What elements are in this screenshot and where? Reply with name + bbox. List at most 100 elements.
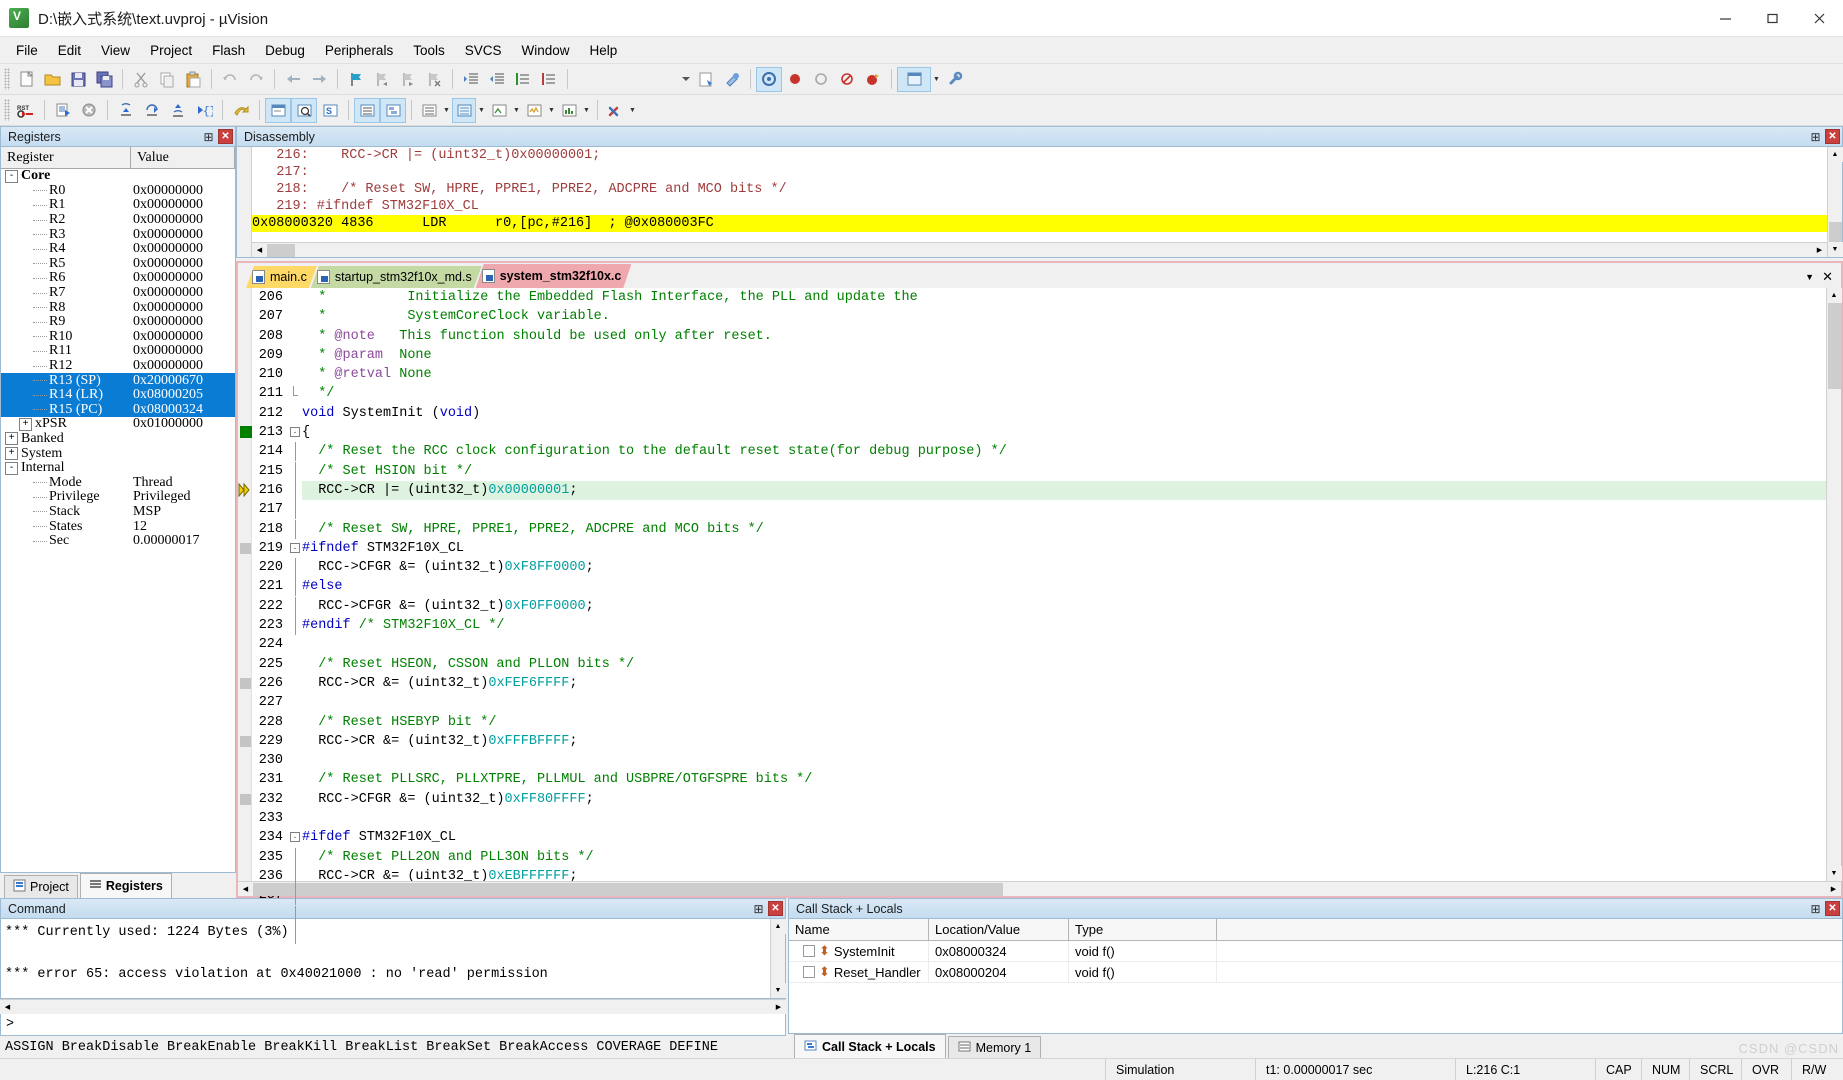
breakpoint-kill-icon[interactable] — [834, 67, 860, 92]
register-value[interactable]: 0x00000000 — [131, 329, 235, 345]
scroll-right-icon[interactable]: ▶ — [1826, 882, 1841, 897]
scroll-up-icon[interactable]: ▲ — [1827, 147, 1843, 162]
comment-icon[interactable] — [510, 67, 536, 92]
editor-line[interactable] — [302, 693, 1826, 712]
editor-line[interactable]: /* Reset PLLSRC, PLLXTPRE, PLLMUL and US… — [302, 770, 1826, 789]
breakpoint-icon[interactable] — [782, 67, 808, 92]
register-value[interactable]: 0x00000000 — [131, 183, 235, 199]
register-row[interactable]: R8 0x00000000 — [1, 300, 235, 315]
editor-line[interactable]: RCC->CFGR &= (uint32_t)0xFF80FFFF; — [302, 790, 1826, 809]
command-vscrollbar[interactable]: ▲ ▼ — [770, 919, 786, 998]
stop-icon[interactable] — [76, 98, 102, 123]
column-header-value[interactable]: Value — [131, 147, 235, 168]
expand-checkbox[interactable] — [803, 945, 815, 957]
breakpoint-slot[interactable] — [238, 732, 251, 751]
editor-line[interactable]: RCC->CR &= (uint32_t)0xEBFFFFFF; — [302, 867, 1826, 881]
register-value[interactable]: 0x00000000 — [131, 343, 235, 359]
editor-vscrollbar[interactable]: ▲ ▼ — [1826, 288, 1842, 881]
bookmark-prev-icon[interactable] — [369, 67, 395, 92]
tab-project[interactable]: Project — [4, 875, 78, 898]
editor-line[interactable]: #endif /* STM32F10X_CL */ — [302, 616, 1826, 635]
chevron-down-icon[interactable]: ▼ — [931, 67, 942, 92]
disassembly-window-icon[interactable] — [291, 97, 317, 123]
breakpoint-slot[interactable] — [238, 674, 251, 693]
editor-line[interactable]: * @retval None — [302, 365, 1826, 384]
editor-tab-main-c[interactable]: main.c — [246, 266, 317, 288]
menu-flash[interactable]: Flash — [202, 39, 255, 62]
register-value[interactable]: Privileged — [131, 489, 235, 505]
tab-memory-1[interactable]: Memory 1 — [947, 1036, 1042, 1058]
maximize-button[interactable] — [1749, 0, 1796, 37]
register-row[interactable]: - Core — [1, 169, 235, 184]
register-row[interactable]: Stack MSP — [1, 504, 235, 520]
register-row[interactable]: Mode Thread — [1, 475, 235, 490]
memory-windows-icon[interactable] — [452, 97, 476, 123]
editor-line[interactable]: /* Reset the RCC clock configuration to … — [302, 442, 1826, 461]
register-row[interactable]: R7 0x00000000 — [1, 285, 235, 301]
breakpoint-slot[interactable] — [238, 886, 251, 905]
bookmark-toggle-icon[interactable] — [343, 67, 369, 92]
register-row[interactable]: R12 0x00000000 — [1, 358, 235, 374]
editor-line[interactable]: * Initialize the Embedded Flash Interfac… — [302, 288, 1826, 307]
show-next-statement-icon[interactable] — [228, 98, 254, 123]
editor-line[interactable]: RCC->CR &= (uint32_t)0xFEF6FFFF; — [302, 674, 1826, 693]
register-row[interactable]: R1 0x00000000 — [1, 197, 235, 213]
save-icon[interactable] — [65, 67, 91, 92]
breakpoint-disable-icon[interactable] — [808, 67, 834, 92]
chevron-down-icon[interactable]: ▼ — [627, 98, 638, 123]
register-row[interactable]: R3 0x00000000 — [1, 227, 235, 242]
editor-current-line[interactable]: RCC->CR |= (uint32_t)0x00000001; — [302, 480, 1826, 501]
toolbar-grip[interactable] — [4, 99, 10, 121]
reset-cpu-icon[interactable]: RST — [13, 98, 39, 123]
scroll-left-icon[interactable]: ◀ — [0, 1000, 15, 1015]
tree-expand-icon[interactable]: + — [5, 432, 18, 446]
column-header-name[interactable]: Name — [789, 919, 929, 940]
editor-hscrollbar[interactable]: ◀ ▶ — [238, 881, 1841, 896]
breakpoint-slot[interactable] — [238, 520, 251, 539]
copy-icon[interactable] — [154, 67, 180, 92]
register-row[interactable]: + Banked — [1, 431, 235, 447]
breakpoint-slot[interactable] — [238, 925, 251, 944]
breakpoint-slot[interactable] — [238, 404, 251, 423]
register-value[interactable]: 0x08000324 — [131, 402, 235, 418]
tab-call-stack-locals[interactable]: Call Stack + Locals — [794, 1034, 946, 1058]
register-row[interactable]: States 12 — [1, 519, 235, 534]
register-value[interactable]: 12 — [131, 519, 235, 535]
breakpoint-slot[interactable] — [238, 751, 251, 770]
step-out-icon[interactable] — [165, 98, 191, 123]
registers-tree[interactable]: - Core R0 0x00000000 R1 0x00000000 R2 0x0000000… — [1, 169, 235, 872]
register-value[interactable]: 0x00000000 — [131, 227, 235, 243]
register-value[interactable]: 0x00000000 — [131, 241, 235, 257]
analysis-windows-icon[interactable] — [522, 98, 546, 123]
editor-line[interactable]: /* Set HSION bit */ — [302, 462, 1826, 481]
breakpoint-slot[interactable] — [238, 597, 251, 616]
editor-line[interactable] — [302, 809, 1826, 828]
breakpoint-slot[interactable] — [238, 481, 251, 500]
register-row[interactable]: Sec 0.00000017 — [1, 533, 235, 549]
editor-fold-margin[interactable]: - - - — [288, 288, 302, 944]
register-row[interactable]: R13 (SP) 0x20000670 — [1, 373, 235, 388]
register-value[interactable]: 0x01000000 — [131, 416, 235, 432]
editor-line[interactable]: */ — [302, 384, 1826, 403]
menu-peripherals[interactable]: Peripherals — [315, 39, 403, 62]
run-to-cursor-icon[interactable]: {} — [191, 98, 217, 123]
menu-window[interactable]: Window — [511, 39, 579, 62]
register-row[interactable]: + xPSR 0x01000000 — [1, 416, 235, 432]
scroll-left-icon[interactable]: ◀ — [252, 243, 267, 258]
toolbar-grip[interactable] — [4, 68, 10, 90]
tab-registers[interactable]: Registers — [79, 873, 172, 898]
editor-line[interactable]: * SystemCoreClock variable. — [302, 307, 1826, 326]
close-icon[interactable]: ✕ — [768, 901, 783, 916]
disassembly-line[interactable]: 216: RCC->CR |= (uint32_t)0x00000001; — [252, 147, 1827, 164]
close-button[interactable] — [1796, 0, 1843, 37]
fold-marker[interactable]: - — [288, 539, 302, 558]
disassembly-line[interactable]: 219: #ifndef STM32F10X_CL — [252, 198, 1827, 215]
register-value[interactable]: MSP — [131, 504, 235, 520]
editor-tab-system-c[interactable]: system_stm32f10x.c — [476, 264, 632, 288]
minimize-button[interactable] — [1702, 0, 1749, 37]
editor-line[interactable]: { — [302, 423, 1826, 442]
tree-expand-icon[interactable]: + — [5, 447, 18, 461]
breakpoint-slot[interactable] — [238, 809, 251, 828]
command-input[interactable]: > — [0, 1014, 786, 1036]
breakpoint-slot[interactable] — [238, 539, 251, 558]
